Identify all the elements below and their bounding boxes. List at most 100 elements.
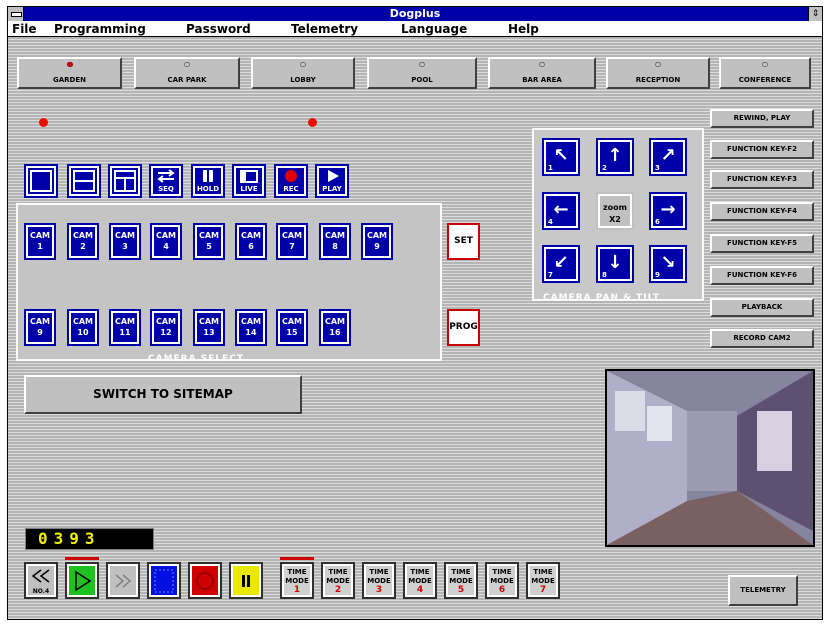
camera-select-label: CAMERA SELECT: [148, 354, 244, 364]
cam-13-button[interactable]: CAM 13: [193, 309, 225, 346]
live-icon: [240, 170, 258, 183]
cam-10-button[interactable]: CAM 10: [67, 309, 99, 346]
arrow-right-icon: →: [660, 199, 676, 220]
play-icon: [328, 170, 339, 182]
menu-file[interactable]: File: [12, 21, 37, 37]
function-key-f4-button[interactable]: FUNCTION KEY-F4: [710, 202, 814, 221]
preset-bar-area-button[interactable]: BAR AREA: [488, 57, 596, 89]
sequence-icon: [157, 169, 175, 183]
maximize-icon[interactable]: ⇕: [808, 7, 822, 21]
playback-button[interactable]: PLAYBACK: [710, 298, 814, 317]
stop-button[interactable]: [147, 562, 181, 599]
cam-2-button[interactable]: CAM 2: [67, 223, 99, 260]
tilt-up-button[interactable]: ↑ 2: [596, 138, 634, 176]
cam-prog-button[interactable]: PROG: [447, 309, 480, 346]
cam-11-button[interactable]: CAM 11: [109, 309, 141, 346]
transport-pause-button[interactable]: [229, 562, 263, 599]
zoom-button[interactable]: zoom X2: [596, 192, 634, 230]
time-mode-7-button[interactable]: TIME MODE 7: [526, 562, 560, 599]
function-key-f3-button[interactable]: FUNCTION KEY-F3: [710, 170, 814, 189]
pan-left-button[interactable]: ← 4: [542, 192, 580, 230]
switch-to-sitemap-button[interactable]: SWITCH TO SITEMAP: [24, 375, 302, 414]
preset-led-icon: [66, 62, 73, 67]
tape-counter: 0393: [25, 528, 154, 550]
menu-programming[interactable]: Programming: [54, 21, 146, 37]
function-key-f5-button[interactable]: FUNCTION KEY-F5: [710, 234, 814, 253]
function-key-f2-button[interactable]: FUNCTION KEY-F2: [710, 140, 814, 159]
active-indicator-icon: [39, 118, 48, 127]
pan-up-left-button[interactable]: ↖ 1: [542, 138, 580, 176]
fast-forward-button[interactable]: [106, 562, 140, 599]
quad-view-icon: [114, 170, 136, 192]
active-indicator-icon: [308, 118, 317, 127]
cam-14-button[interactable]: CAM 14: [235, 309, 267, 346]
record-button[interactable]: REC: [274, 164, 308, 198]
cam-15-button[interactable]: CAM 15: [276, 309, 308, 346]
arrow-left-icon: ←: [553, 199, 569, 220]
menu-telemetry[interactable]: Telemetry: [291, 21, 358, 37]
function-rewind-play-button[interactable]: REWIND, PLAY: [710, 109, 814, 128]
active-time-mode-bar: [280, 557, 314, 560]
time-mode-5-button[interactable]: TIME MODE 5: [444, 562, 478, 599]
preset-led-icon: [419, 62, 425, 67]
pan-up-right-button[interactable]: ↗ 3: [649, 138, 687, 176]
cam-7-button[interactable]: CAM 7: [276, 223, 308, 260]
menu-help[interactable]: Help: [508, 21, 539, 37]
live-button[interactable]: LIVE: [232, 164, 266, 198]
tilt-down-button[interactable]: ↓ 8: [596, 245, 634, 283]
menu-language[interactable]: Language: [401, 21, 467, 37]
pan-right-button[interactable]: → 6: [649, 192, 687, 230]
cam-4-button[interactable]: CAM 4: [150, 223, 182, 260]
cam-set-button[interactable]: SET: [447, 223, 480, 260]
play-icon: [75, 570, 92, 592]
cam-5-button[interactable]: CAM 5: [193, 223, 225, 260]
time-mode-1-button[interactable]: TIME MODE 1: [280, 562, 314, 599]
cam-9-button[interactable]: CAM 9: [361, 223, 393, 260]
cam-9-button[interactable]: CAM 9: [24, 309, 56, 346]
pan-down-right-button[interactable]: ↘ 9: [649, 245, 687, 283]
time-mode-3-button[interactable]: TIME MODE 3: [362, 562, 396, 599]
rewind-button[interactable]: NO.4: [24, 562, 58, 599]
view-single-button[interactable]: [24, 164, 58, 198]
cam-12-button[interactable]: CAM 12: [150, 309, 182, 346]
preset-led-icon: [300, 62, 306, 67]
split-view-icon: [73, 170, 95, 192]
record-cam2-button[interactable]: RECORD CAM2: [710, 329, 814, 348]
cam-6-button[interactable]: CAM 6: [235, 223, 267, 260]
single-view-icon: [30, 170, 52, 192]
telemetry-button[interactable]: TELEMETRY: [728, 575, 798, 606]
cam-3-button[interactable]: CAM 3: [109, 223, 141, 260]
pan-down-left-button[interactable]: ↙ 7: [542, 245, 580, 283]
cam-8-button[interactable]: CAM 8: [319, 223, 351, 260]
time-mode-4-button[interactable]: TIME MODE 4: [403, 562, 437, 599]
preset-car-park-button[interactable]: CAR PARK: [134, 57, 240, 89]
preset-conference-button[interactable]: CONFERENCE: [719, 57, 811, 89]
record-icon: [196, 572, 214, 590]
cam-1-button[interactable]: CAM 1: [24, 223, 56, 260]
control-panel: GARDEN CAR PARK LOBBY POOL BAR AREA RECE…: [8, 37, 822, 619]
pause-icon: [242, 575, 250, 587]
arrow-up-right-icon: ↗: [660, 145, 676, 166]
function-key-f6-button[interactable]: FUNCTION KEY-F6: [710, 266, 814, 285]
window-title: Dogplus: [389, 7, 441, 20]
app-window: Dogplus ⇕ File Programming Password Tele…: [7, 6, 823, 620]
stop-icon: [154, 569, 174, 593]
transport-play-button[interactable]: [65, 562, 99, 599]
arrow-up-icon: ↑: [607, 145, 623, 166]
cam-16-button[interactable]: CAM 16: [319, 309, 351, 346]
active-transport-bar: [65, 557, 99, 560]
hold-button[interactable]: HOLD: [191, 164, 225, 198]
time-mode-2-button[interactable]: TIME MODE 2: [321, 562, 355, 599]
rewind-icon: [31, 569, 50, 583]
preset-pool-button[interactable]: POOL: [367, 57, 477, 89]
time-mode-6-button[interactable]: TIME MODE 6: [485, 562, 519, 599]
preset-reception-button[interactable]: RECEPTION: [606, 57, 710, 89]
view-quad-button[interactable]: [108, 164, 142, 198]
menu-password[interactable]: Password: [186, 21, 251, 37]
transport-record-button[interactable]: [188, 562, 222, 599]
play-button[interactable]: PLAY: [315, 164, 349, 198]
sequence-button[interactable]: SEQ: [149, 164, 183, 198]
view-split-button[interactable]: [67, 164, 101, 198]
preset-lobby-button[interactable]: LOBBY: [251, 57, 355, 89]
preset-garden-button[interactable]: GARDEN: [17, 57, 122, 89]
